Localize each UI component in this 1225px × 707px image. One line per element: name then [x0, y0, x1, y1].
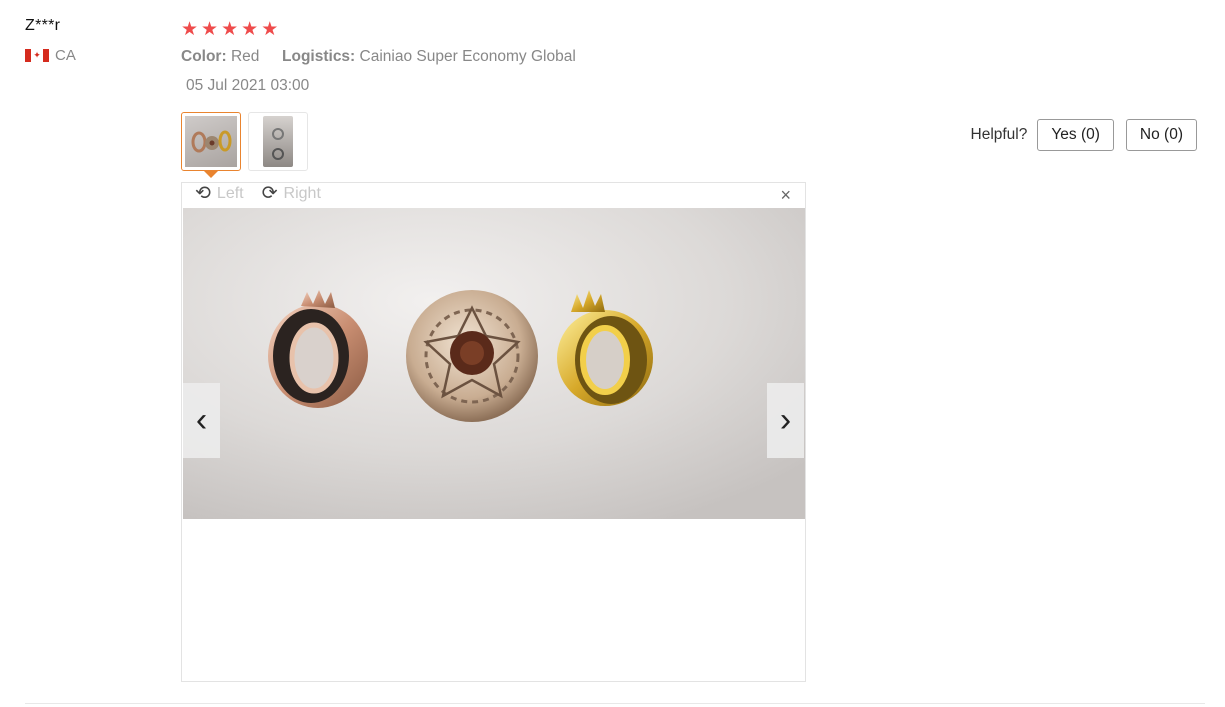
rotate-controls: ⟲ Left ⟳ Right	[195, 184, 321, 203]
close-icon[interactable]: ×	[780, 186, 791, 204]
reviewer-name: Z***r	[25, 17, 61, 34]
helpful-no-button[interactable]: No (0)	[1125, 119, 1197, 151]
star-icon: ★	[181, 18, 199, 40]
rotate-left-icon[interactable]: ⟲	[195, 184, 211, 203]
helpful-section: Helpful? Yes (0) No (0)	[970, 119, 1197, 151]
color-label: Color:	[181, 48, 227, 65]
color-value: Red	[230, 48, 260, 65]
chevron-left-icon: ‹	[195, 401, 208, 439]
review-attributes: Color: Red Logistics: Cainiao Super Econ…	[181, 48, 1201, 66]
star-icon: ★	[241, 18, 259, 40]
previous-image-button[interactable]: ‹	[183, 383, 220, 458]
star-icon: ★	[221, 18, 239, 40]
review-date: 05 Jul 2021 03:00	[186, 77, 310, 94]
review-photo	[183, 208, 805, 519]
helpful-yes-button[interactable]: Yes (0)	[1037, 119, 1114, 151]
thumbnail-image	[185, 116, 237, 167]
star-icon: ★	[261, 18, 279, 40]
canada-flag-icon: ✦	[25, 49, 49, 62]
chevron-right-icon: ›	[779, 401, 792, 439]
reviewer-info: Z***r ✦ CA	[25, 17, 76, 64]
country-code: CA	[55, 47, 76, 64]
image-viewer: ⟲ Left ⟳ Right × ‹ ›	[181, 182, 806, 682]
rotate-left-button[interactable]: Left	[217, 185, 244, 203]
helpful-label: Helpful?	[970, 126, 1028, 143]
review-divider	[25, 703, 1205, 704]
logistics-value: Cainiao Super Economy Global	[359, 48, 576, 65]
thumbnail-image	[263, 116, 293, 167]
review-thumbnails	[181, 112, 308, 178]
reviewer-country: ✦ CA	[25, 47, 76, 64]
active-thumbnail-caret	[204, 171, 218, 178]
photo-rings-illustration	[183, 208, 805, 519]
star-icon: ★	[201, 18, 219, 40]
logistics-label: Logistics:	[282, 48, 356, 65]
review-content: ★ ★ ★ ★ ★ Color: Red Logistics: Cainiao …	[181, 17, 1201, 95]
next-image-button[interactable]: ›	[767, 383, 804, 458]
star-rating: ★ ★ ★ ★ ★	[181, 17, 1201, 41]
rotate-right-button[interactable]: Right	[284, 185, 321, 203]
review-thumbnail-2[interactable]	[248, 112, 308, 171]
review-thumbnail-1[interactable]	[181, 112, 241, 178]
rotate-right-icon[interactable]: ⟳	[262, 184, 278, 203]
